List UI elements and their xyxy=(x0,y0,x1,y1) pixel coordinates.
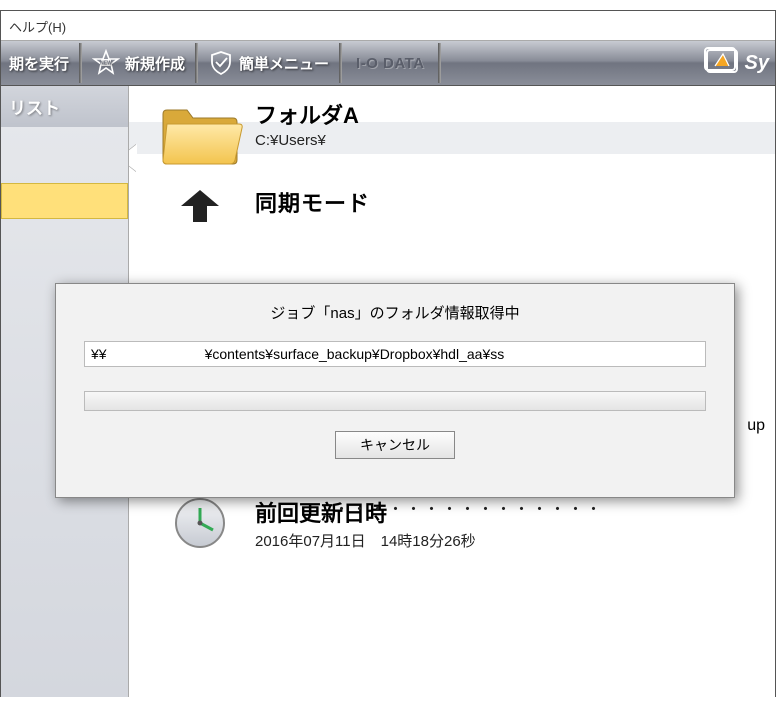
toolbar-new-label: 新規作成 xyxy=(125,53,185,74)
cutoff-text: up xyxy=(747,417,765,435)
sidebar-item-selected[interactable] xyxy=(1,183,128,219)
folder-a-row: フォルダA C:¥Users¥ xyxy=(145,98,767,170)
toolbar-right: Sy xyxy=(703,44,775,83)
menubar: ヘルプ(H) xyxy=(1,11,775,40)
toolbar-divider xyxy=(438,43,441,83)
sync-mode-row: 同期モード xyxy=(145,186,767,226)
toolbar-execute-label: 期を実行 xyxy=(9,53,69,74)
new-icon: NEW xyxy=(92,49,120,77)
sync-mode-title: 同期モード xyxy=(255,186,767,218)
sidebar-title: リスト xyxy=(1,86,128,127)
cancel-button[interactable]: キャンセル xyxy=(335,431,455,459)
new-button[interactable]: NEW 新規作成 xyxy=(84,43,193,83)
toolbar-divider xyxy=(195,43,198,83)
sync-arrow-icon xyxy=(145,186,255,226)
clock-icon xyxy=(145,496,255,550)
shield-icon xyxy=(208,50,234,76)
toolbar-divider xyxy=(339,43,342,83)
last-update-value: 2016年07月11日 14時18分26秒 xyxy=(255,533,476,550)
toolbar: 期を実行 NEW 新規作成 簡単メニュー I-O DATA Sy xyxy=(1,40,775,86)
svg-text:NEW: NEW xyxy=(100,61,112,67)
sync-logo-icon xyxy=(703,44,741,83)
dialog-path-field xyxy=(84,341,706,367)
toolbar-divider xyxy=(79,43,82,83)
iodata-logo: I-O DATA xyxy=(356,55,424,72)
toolbar-simple-label: 簡単メニュー xyxy=(239,53,329,74)
app-logo-text: Sy xyxy=(745,52,769,75)
folder-a-path: C:¥Users¥ xyxy=(255,132,326,149)
folder-icon xyxy=(145,98,255,170)
menu-help[interactable]: ヘルプ(H) xyxy=(9,20,66,35)
execute-sync-button[interactable]: 期を実行 xyxy=(1,43,77,83)
callout-arrow xyxy=(129,144,137,172)
simple-menu-button[interactable]: 簡単メニュー xyxy=(200,43,337,83)
folder-a-title: フォルダA xyxy=(255,98,767,130)
obscured-text: ・・・・・・・・・・・・・・・ xyxy=(334,498,604,519)
progress-bar xyxy=(84,391,706,411)
progress-dialog: ジョブ「nas」のフォルダ情報取得中 キャンセル xyxy=(55,283,735,498)
dialog-title: ジョブ「nas」のフォルダ情報取得中 xyxy=(84,302,706,323)
